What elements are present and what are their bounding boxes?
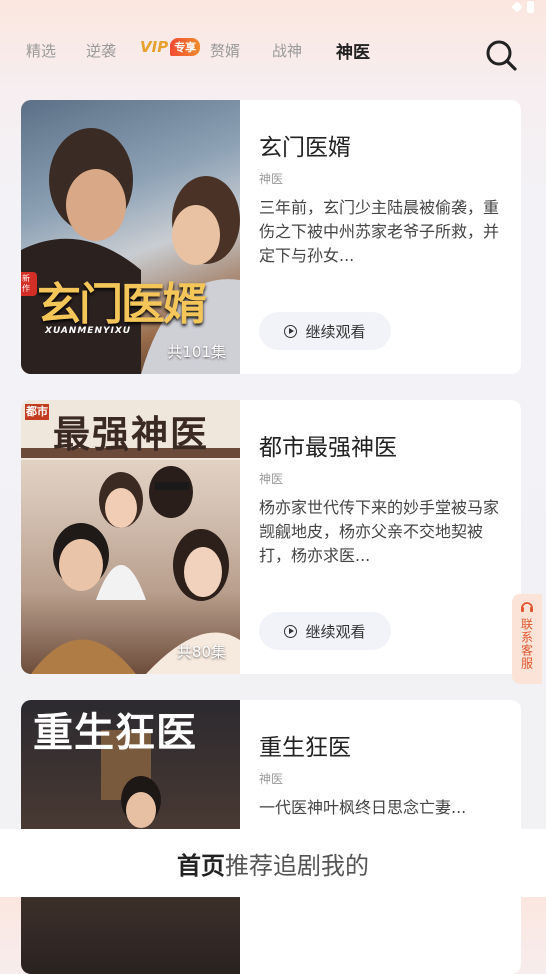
drama-poster[interactable]: 都市 最强神医 共80集 [21,400,240,674]
customer-service-label: 联系客服 [519,618,534,670]
vip-label: VIP [140,38,169,56]
drama-card[interactable]: 都市 最强神医 共80集 都市最强神医 神医 杨亦家世代传下来的妙手堂被马家觊觎… [21,400,521,674]
drama-title[interactable]: 重生狂医 [259,728,351,762]
drama-genre: 神医 [259,472,284,486]
customer-service-button[interactable]: 联系客服 [512,594,542,684]
drama-title[interactable]: 玄门医婿 [259,128,351,162]
vip-exclusive-badge: 专享 [170,38,201,56]
status-bar [511,0,534,14]
headset-icon [521,602,533,612]
poster-title: 重生狂医 [33,709,197,756]
nav-following[interactable]: 追剧 [273,846,321,881]
episode-count: 共80集 [176,643,226,661]
signal-icon [511,1,523,13]
poster-title: 最强神医 [53,413,209,456]
nav-mine[interactable]: 我的 [321,846,369,881]
tab-nixi[interactable]: 逆袭 [86,40,116,61]
continue-watching-label: 继续观看 [305,622,366,641]
drama-title[interactable]: 都市最强神医 [259,428,397,462]
drama-card[interactable]: 玄门医婿 XUANMENYIXU 新作 共101集 玄门医婿 神医 三年前，玄门… [21,100,521,374]
search-icon[interactable] [484,38,518,72]
drama-description: 一代医神叶枫终日思念亡妻... [259,798,467,817]
bottom-nav: 首页 推荐 追剧 我的 [0,829,546,897]
poster-title: 玄门医婿 [37,279,207,330]
drama-genre: 神医 [259,772,284,786]
drama-description: 杨亦家世代传下来的妙手堂被马家觊觎地皮，杨亦父亲不交地契被打，杨亦求医... [259,498,500,565]
continue-watching-label: 继续观看 [305,322,366,341]
poster-prefix: 都市 [25,404,49,420]
tab-vip[interactable]: VIP 专享 [140,38,201,56]
poster-subtitle: XUANMENYIXU [45,326,132,336]
category-tabs: 精选 逆袭 VIP 专享 赘婿 战神 神医 [0,30,546,74]
drama-poster[interactable]: 玄门医婿 XUANMENYIXU 新作 共101集 [21,100,240,374]
new-badge: 新作 [21,272,37,296]
tab-jingxuan[interactable]: 精选 [26,40,56,61]
tab-shenyi[interactable]: 神医 [336,38,370,63]
play-icon [284,324,298,338]
nav-home[interactable]: 首页 [177,846,225,881]
continue-watching-button[interactable]: 继续观看 [259,612,391,650]
drama-genre: 神医 [259,172,284,186]
drama-description: 三年前，玄门少主陆晨被偷袭，重伤之下被中州苏家老爷子所救，并定下与孙女... [259,198,500,265]
episode-count: 共101集 [167,343,226,361]
play-icon [284,624,298,638]
tab-zhanshen[interactable]: 战神 [272,40,302,61]
tab-zhuixu[interactable]: 赘婿 [210,40,240,61]
nav-recommend[interactable]: 推荐 [225,846,273,881]
continue-watching-button[interactable]: 继续观看 [259,312,391,350]
battery-icon [527,1,534,13]
